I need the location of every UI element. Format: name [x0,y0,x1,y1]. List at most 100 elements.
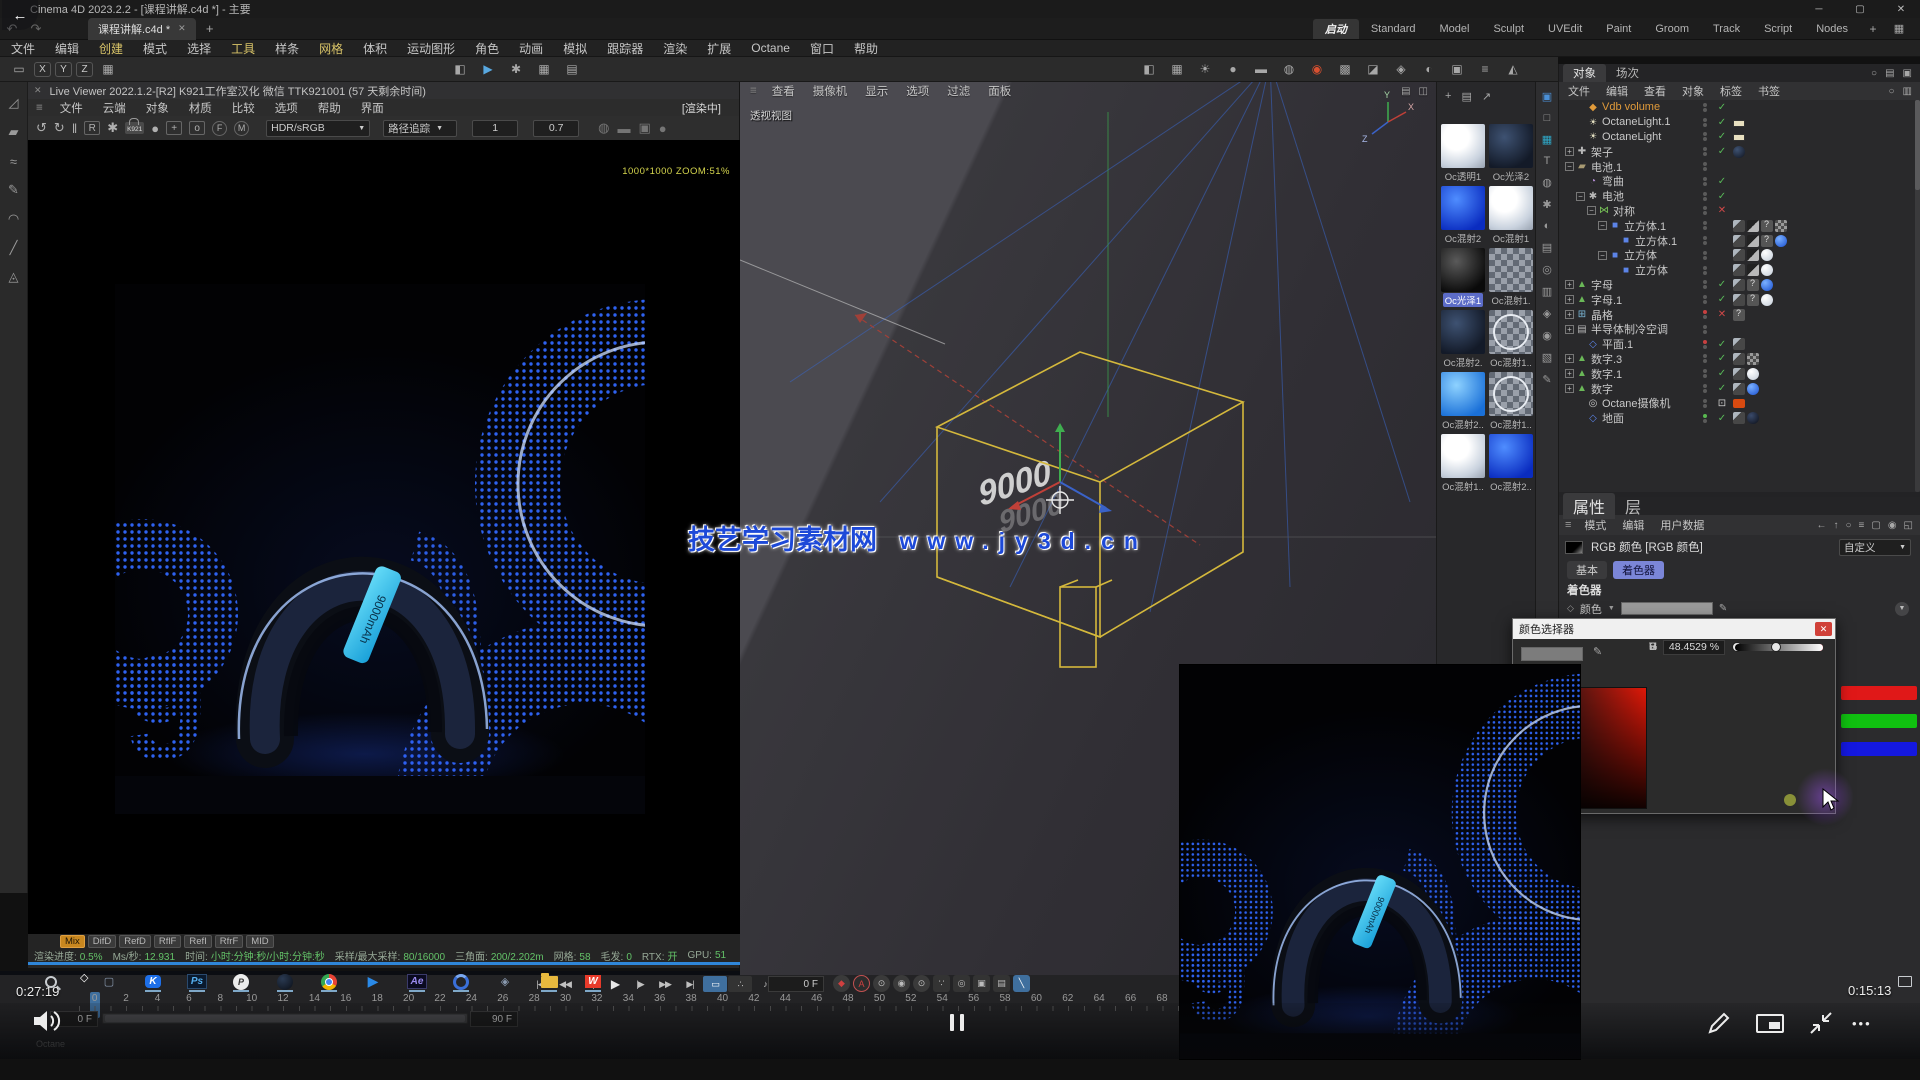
menu-item[interactable]: 跟踪器 [604,40,646,57]
mat-add-icon[interactable]: + [1445,90,1451,102]
enable-state-icon[interactable] [1715,279,1729,290]
search-icon[interactable]: ○ [1845,520,1851,531]
layout-tab[interactable]: Groom [1643,21,1701,37]
explorer-icon[interactable] [537,971,561,992]
object-tag[interactable] [1761,279,1773,291]
notes-pencil-icon[interactable] [1704,1010,1732,1038]
visibility-dots[interactable] [1701,265,1709,276]
panel-tab[interactable]: 属性 [1563,493,1615,519]
autokey-toggle[interactable]: A [853,975,870,992]
enable-state-icon[interactable] [1715,353,1729,364]
filter-icon[interactable]: ≡ [1859,520,1865,531]
octane-texture-icon[interactable]: ● [1222,59,1244,79]
object-tag[interactable] [1733,383,1745,395]
target-icon[interactable]: ◉ [1888,520,1897,531]
keyframe-selection-button[interactable]: ⊙ [873,975,890,992]
menu-item[interactable]: 动画 [516,40,546,57]
object-tag[interactable] [1733,264,1745,276]
loop-toggle[interactable]: ▭ [703,976,727,992]
lock-icon[interactable]: ▢ [1871,520,1880,531]
object-name[interactable]: 对称 [1613,203,1635,219]
render-pass-chip[interactable]: RfrF [215,935,243,948]
object-tag[interactable] [1761,249,1773,261]
visibility-dots[interactable] [1701,279,1709,290]
object-tags[interactable] [1733,235,1787,247]
expander[interactable] [1576,132,1585,141]
object-tags[interactable] [1733,264,1773,276]
next-frame-button[interactable]: |▶ [628,979,652,990]
panel-tab[interactable]: 对象 [1563,64,1606,82]
lv-restart-icon[interactable]: ↺ [36,120,47,136]
grid-icon[interactable]: ▥ [1542,285,1552,298]
lv-band-icon[interactable]: ▬ [617,121,630,136]
octane-aov-icon[interactable]: ▩ [1334,59,1356,79]
floating-render-preview[interactable]: 9 9000mAh [1180,665,1580,1059]
visibility-dots[interactable] [1701,131,1709,142]
render-pass-chip[interactable]: MID [246,935,273,948]
octane-hdri-icon[interactable]: ▬ [1250,59,1272,79]
wps-icon[interactable]: W [581,971,605,992]
object-row[interactable]: + 字母.1 [1559,292,1920,307]
object-tag[interactable] [1733,134,1745,141]
lv-settings-icon[interactable]: ✱ [107,120,118,136]
shading-icon[interactable]: ◐ [1544,220,1551,232]
object-tags[interactable] [1733,279,1773,291]
object-tag[interactable] [1761,294,1773,306]
layout-tab[interactable]: UVEdit [1536,21,1594,37]
octane-sun-icon[interactable]: ☀ [1194,59,1216,79]
paint-icon[interactable]: ◍ [1542,176,1552,189]
octane-node-icon[interactable]: ◍ [1278,59,1300,79]
object-name[interactable]: 数字 [1591,381,1613,397]
visibility-dots[interactable] [1701,339,1709,350]
tab-close-icon[interactable]: ✕ [178,23,186,34]
octane-cam-icon[interactable]: ◐ [1418,59,1440,79]
layout-tab[interactable]: Model [1427,21,1481,37]
octane-light-icon[interactable]: ▣ [1446,59,1468,79]
pip-mode-icon[interactable] [1756,1014,1784,1033]
om-menu-item[interactable]: 标签 [1717,83,1745,99]
octane-render-icon[interactable]: ◉ [1306,59,1328,79]
section-header[interactable]: 着色器 [1559,581,1920,599]
object-name[interactable]: 电池 [1602,188,1624,204]
c4d-icon[interactable] [449,971,473,992]
object-tag[interactable] [1733,279,1745,291]
layout-tab[interactable]: Nodes [1804,21,1860,37]
object-row[interactable]: + 数字.3 [1559,352,1920,367]
popout-icon[interactable]: ◱ [1904,520,1913,531]
octane-proxy-icon[interactable]: ◭ [1502,59,1524,79]
mat-sort-icon[interactable]: ▤ [1461,90,1471,103]
om-menu-item[interactable]: 书签 [1755,83,1783,99]
material-item[interactable]: Oc混射1 [1487,186,1535,248]
object-name[interactable]: OctaneLight [1602,131,1661,143]
lv-material-icon[interactable]: M [234,121,249,136]
visibility-dots[interactable] [1701,324,1709,335]
attribute-subtab[interactable]: 基本 [1567,561,1607,579]
layers-icon[interactable]: ▤ [1542,241,1552,254]
attribute-subtab[interactable]: 着色器 [1613,561,1664,579]
object-name[interactable]: 立方体.1 [1624,218,1666,234]
record-keyframe-button[interactable]: ◆ [833,975,850,992]
visibility-dots[interactable] [1701,398,1709,409]
object-row[interactable]: − 立方体 [1559,248,1920,263]
object-name[interactable]: Vdb volume [1602,101,1660,113]
object-tag[interactable] [1747,412,1759,424]
octane-obj-icon[interactable]: ◈ [1390,59,1412,79]
gamma-field[interactable]: 0.7 [533,120,579,137]
octane-app-icon[interactable] [273,971,297,992]
enable-state-icon[interactable] [1715,191,1729,202]
maximize-button[interactable]: ▢ [1841,4,1879,15]
add-layout-icon[interactable]: + [1860,22,1886,36]
lv-refresh-icon[interactable]: ↻ [54,120,65,136]
object-row[interactable]: − 对称 [1559,204,1920,219]
menu-item[interactable]: 窗口 [807,40,837,57]
om-filter-icon[interactable]: ○ [1889,86,1895,97]
workplane-icon[interactable]: ▦ [97,59,119,79]
render-view-button[interactable]: ◧ [449,59,471,79]
om-panel-icon[interactable]: ▣ [1903,68,1912,79]
smooth-tool-icon[interactable]: ≈ [4,151,24,171]
object-row[interactable]: − 电池 [1559,189,1920,204]
material-item[interactable]: Oc混射2. [1439,310,1487,372]
material-item[interactable]: Oc混射2 [1439,186,1487,248]
minimize-button[interactable]: ─ [1800,4,1838,15]
lv-menu-item[interactable]: 云端 [100,100,129,116]
